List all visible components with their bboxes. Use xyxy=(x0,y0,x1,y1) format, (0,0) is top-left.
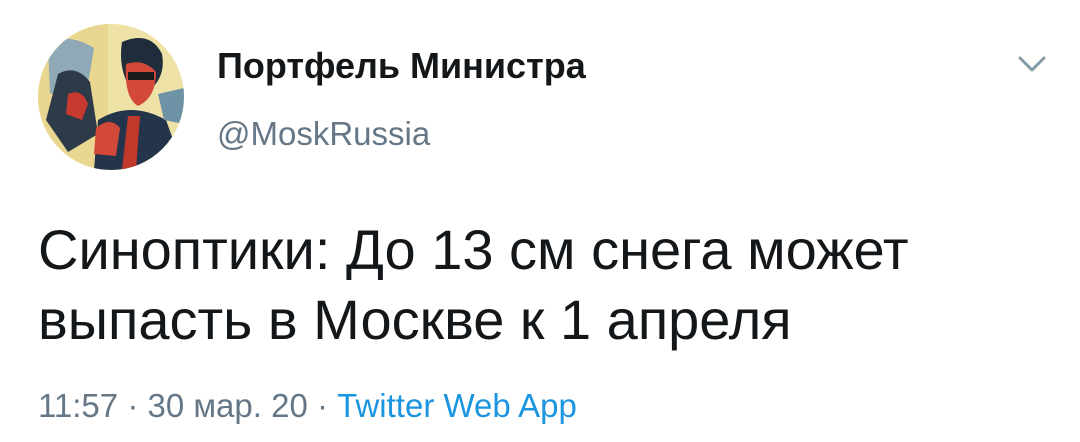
tweet-text: Синоптики: До 13 см снега может выпасть … xyxy=(38,218,909,351)
tweet-time[interactable]: 11:57 xyxy=(38,387,118,424)
meta-separator: · xyxy=(127,387,139,424)
meta-separator: · xyxy=(316,387,328,424)
author-display-name[interactable]: Портфель Министра xyxy=(217,44,586,88)
author-handle[interactable]: @MoskRussia xyxy=(217,114,430,154)
avatar[interactable] xyxy=(38,24,184,170)
tweet-source-link[interactable]: Twitter Web App xyxy=(337,387,577,424)
tweet-date[interactable]: 30 мар. 20 xyxy=(147,387,307,424)
chevron-down-icon[interactable] xyxy=(1012,48,1052,80)
tweet-meta: 11:57 · 30 мар. 20 · Twitter Web App xyxy=(38,384,577,428)
avatar-portrait-image xyxy=(38,24,184,170)
